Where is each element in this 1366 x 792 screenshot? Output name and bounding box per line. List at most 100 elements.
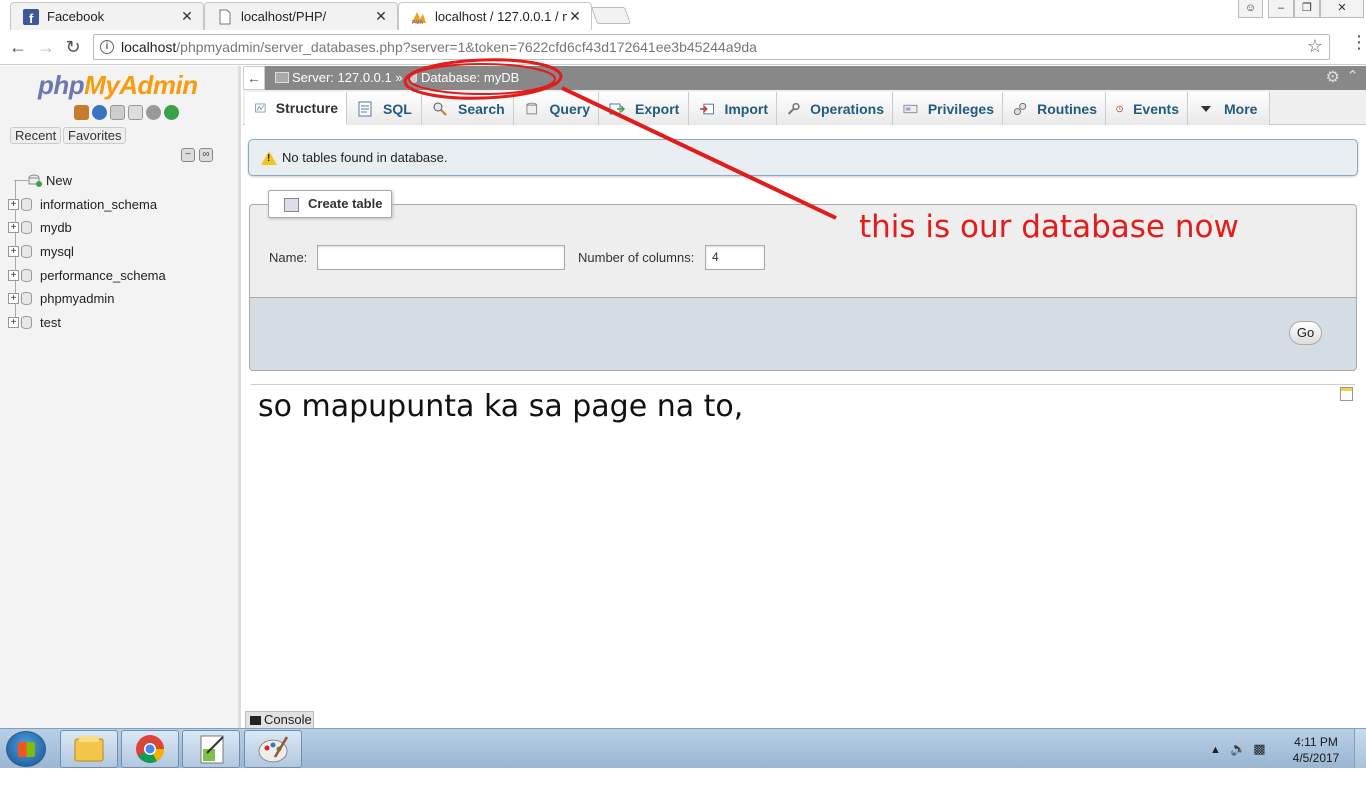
network-icon[interactable]: ▩ <box>1253 741 1265 756</box>
tab-more[interactable]: More <box>1188 92 1270 125</box>
database-icon <box>21 244 32 258</box>
minimize-icon[interactable]: – <box>1268 0 1294 18</box>
favorites-button[interactable]: Favorites <box>63 127 127 144</box>
query-icon <box>526 102 538 114</box>
tree-item-phpmyadmin[interactable]: + phpmyadmin <box>8 288 228 308</box>
create-table-footer <box>249 297 1357 371</box>
close-window-icon[interactable]: ✕ <box>1320 0 1364 18</box>
caption-text: so mapupunta ka sa page na to, <box>258 389 744 424</box>
tree-item-mysql[interactable]: + mysql <box>8 241 228 261</box>
tree-item-label: test <box>40 314 61 330</box>
browser-tab-phpmyadmin[interactable]: PMA localhost / 127.0.0.1 / my ✕ <box>398 2 592 30</box>
close-tab-icon[interactable]: ✕ <box>179 8 195 25</box>
tab-sql[interactable]: SQL <box>347 92 422 125</box>
logo-myadmin-text: MyAdmin <box>84 70 198 100</box>
copy-icon[interactable] <box>128 105 143 120</box>
console-tab[interactable]: Console <box>245 711 314 729</box>
page-icon <box>219 9 231 24</box>
tab-label: Events <box>1133 100 1179 117</box>
tree-item-mydb[interactable]: + mydb <box>8 217 228 237</box>
help-icon[interactable] <box>92 105 107 120</box>
search-icon <box>433 102 447 116</box>
table-name-input[interactable] <box>317 245 565 270</box>
expand-icon[interactable]: + <box>8 198 19 210</box>
settings-gear-icon[interactable]: ⚙ <box>1326 67 1340 87</box>
expand-icon[interactable]: + <box>8 292 19 304</box>
chrome-icon[interactable] <box>121 730 179 768</box>
expand-icon[interactable]: + <box>8 316 19 328</box>
expand-icon[interactable]: + <box>8 221 19 233</box>
show-desktop-button[interactable] <box>1354 729 1366 769</box>
tab-query[interactable]: Query <box>514 92 599 125</box>
clock-date: 4/5/2017 <box>1292 751 1340 765</box>
paint-icon[interactable] <box>244 730 302 768</box>
facebook-icon: f <box>23 8 39 25</box>
notepad-plus-icon[interactable] <box>182 730 240 768</box>
notice-text: No tables found in database. <box>282 150 448 165</box>
reload-icon[interactable]: ↻ <box>62 36 84 58</box>
tree-item-information-schema[interactable]: + information_schema <box>8 194 228 214</box>
tab-import[interactable]: Import <box>689 92 777 125</box>
tree-item-new[interactable]: New <box>8 170 228 190</box>
taskbar-clock[interactable]: 4:11 PM 4/5/2017 <box>1280 734 1352 766</box>
forward-arrow-icon[interactable]: → <box>35 36 57 58</box>
breadcrumb-server[interactable]: Server: 127.0.0.1 » <box>275 70 403 85</box>
tree-item-performance-schema[interactable]: + performance_schema <box>8 265 228 285</box>
tab-search[interactable]: Search <box>422 92 514 125</box>
new-tab-button[interactable] <box>590 7 632 24</box>
home-icon[interactable] <box>74 105 89 120</box>
annotation-text: this is our database now <box>859 209 1239 245</box>
expand-icon[interactable]: + <box>8 269 19 281</box>
docs-icon[interactable] <box>110 105 125 120</box>
breadcrumb-server-label: Server: 127.0.0.1 <box>292 70 392 85</box>
phpmyadmin-logo[interactable]: phpMyAdmin <box>38 70 198 101</box>
tree-item-label: performance_schema <box>40 267 166 283</box>
reload-navigation-icon[interactable] <box>164 105 179 120</box>
collapse-navigation-icon[interactable]: ← <box>243 66 265 90</box>
restore-icon[interactable]: ❐ <box>1294 0 1320 18</box>
expand-icon[interactable]: + <box>8 245 19 257</box>
show-hidden-icons[interactable]: ▲ <box>1210 744 1221 756</box>
number-of-columns-input[interactable]: 4 <box>705 245 765 270</box>
tab-privileges[interactable]: Privileges <box>893 92 1003 125</box>
create-table-legend-text: Create table <box>308 196 383 211</box>
tab-events[interactable]: Events <box>1106 92 1188 125</box>
browser-tab-facebook[interactable]: f Facebook ✕ <box>10 2 204 30</box>
tab-label: Routines <box>1037 100 1097 117</box>
go-button[interactable]: Go <box>1289 321 1322 345</box>
close-tab-icon[interactable]: ✕ <box>373 8 389 25</box>
user-icon[interactable]: ☺ <box>1238 0 1263 18</box>
tab-label: Search <box>458 100 505 117</box>
tab-routines[interactable]: Routines <box>1003 92 1106 125</box>
routines-icon <box>1013 102 1027 115</box>
volume-icon[interactable]: 🔊 <box>1230 741 1246 756</box>
address-bar[interactable]: i localhost/phpmyadmin/server_databases.… <box>93 34 1330 60</box>
start-button[interactable] <box>6 731 46 767</box>
tab-structure[interactable]: Structure <box>245 92 347 125</box>
back-arrow-icon[interactable]: ← <box>7 36 29 58</box>
tab-operations[interactable]: Operations <box>777 92 893 125</box>
collapse-all-icon[interactable]: − <box>181 148 195 162</box>
tree-item-test[interactable]: + test <box>8 312 228 332</box>
tree-item-label: mydb <box>40 219 72 235</box>
tab-label: Query <box>549 100 590 117</box>
link-with-main-icon[interactable]: ∞ <box>199 148 213 162</box>
browser-menu-icon[interactable]: ⋮ <box>1350 33 1366 56</box>
gear-icon[interactable] <box>146 105 161 120</box>
explorer-icon[interactable] <box>60 730 118 768</box>
collapse-top-icon[interactable]: ⌃ <box>1346 67 1359 85</box>
breadcrumb-database-label: Database: myDB <box>421 70 520 85</box>
notepad-icon[interactable] <box>1340 387 1353 401</box>
close-tab-icon[interactable]: ✕ <box>567 8 583 25</box>
breadcrumb-database[interactable]: Database: myDB <box>409 70 519 85</box>
tree-item-label: mysql <box>40 243 74 259</box>
info-icon[interactable]: i <box>100 40 114 54</box>
tab-label: Privileges <box>927 100 994 117</box>
tab-label: More <box>1224 100 1258 117</box>
recent-button[interactable]: Recent <box>10 127 62 144</box>
browser-tab-localhost-php[interactable]: localhost/PHP/ ✕ <box>204 2 398 30</box>
svg-text:f: f <box>29 11 34 25</box>
bookmark-star-icon[interactable]: ☆ <box>1307 36 1323 57</box>
logo-php-text: php <box>38 70 85 100</box>
tab-export[interactable]: Export <box>599 92 689 125</box>
